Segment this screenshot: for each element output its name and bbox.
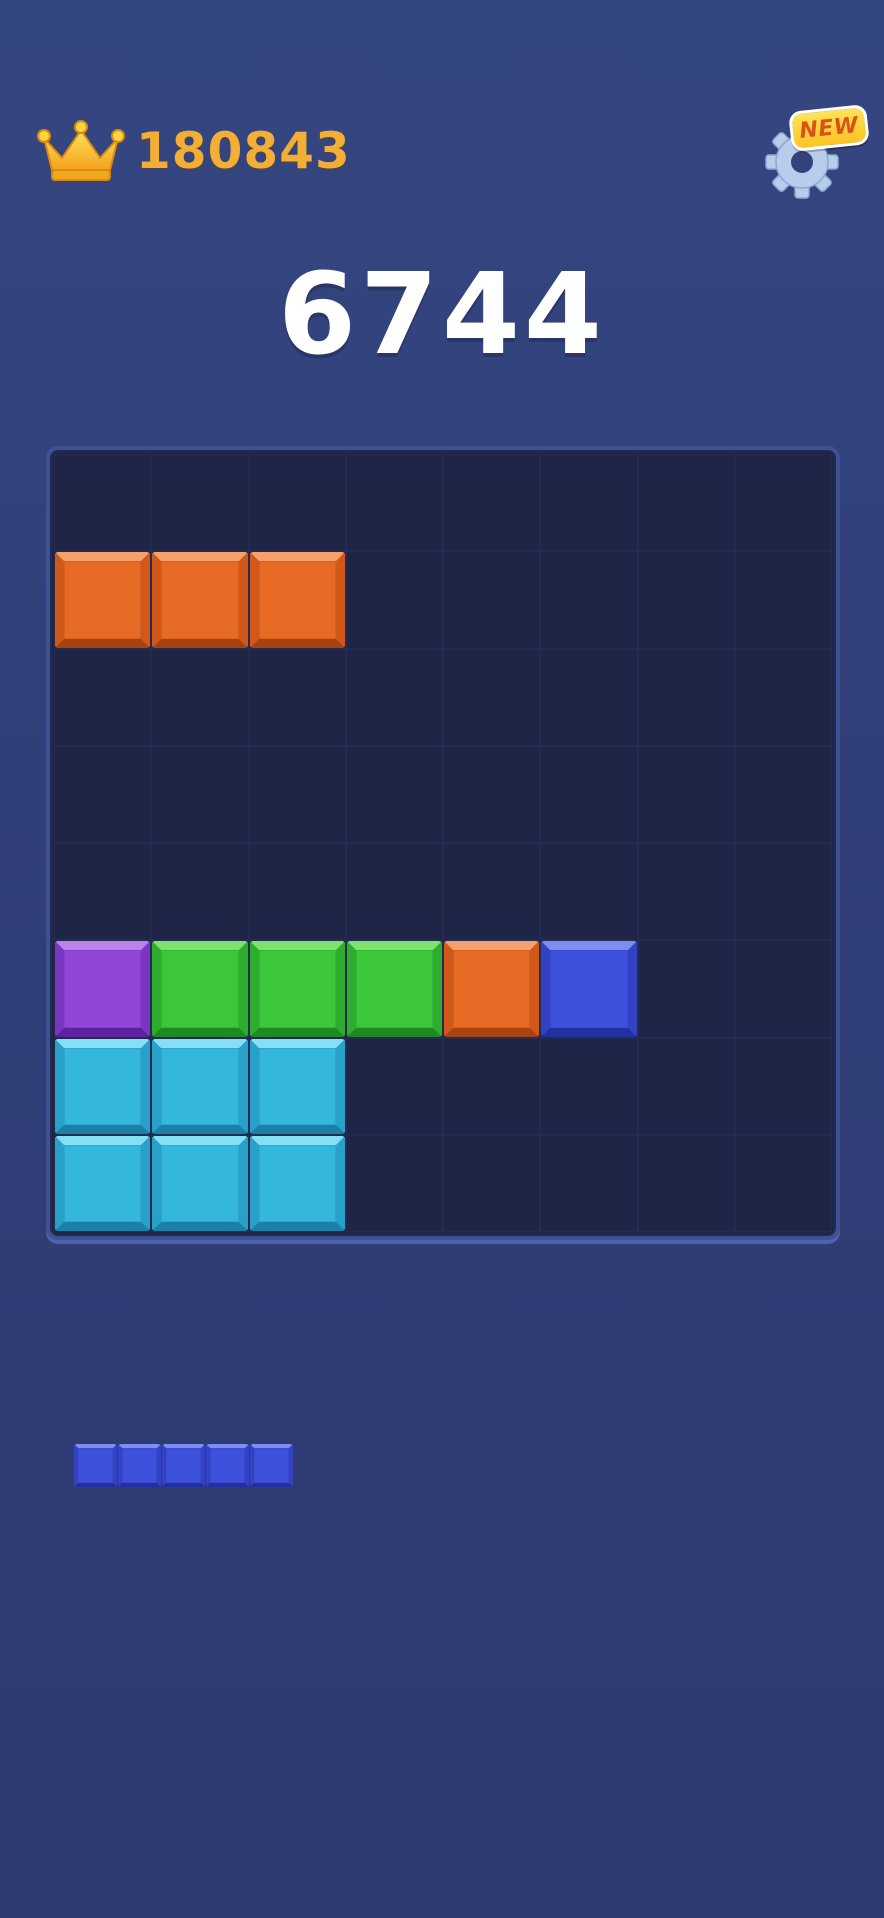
piece-tray (0, 1250, 884, 1700)
board-cell[interactable] (345, 745, 443, 843)
board-cell[interactable] (637, 1134, 735, 1232)
board-cell[interactable] (540, 551, 638, 649)
tray-piece-1x5[interactable] (74, 1444, 294, 1488)
block-orange (249, 552, 345, 648)
board-cell[interactable] (248, 454, 346, 552)
board-cell[interactable] (345, 454, 443, 552)
block-orange (152, 552, 248, 648)
board-cell[interactable] (54, 745, 152, 843)
board-cell[interactable] (345, 1134, 443, 1232)
board-cell[interactable] (151, 648, 249, 746)
board-cell[interactable] (443, 551, 541, 649)
block-blue (541, 941, 637, 1037)
game-board[interactable] (46, 446, 840, 1240)
top-bar: 180843 NEW (0, 0, 884, 220)
board-cell[interactable] (443, 648, 541, 746)
block-cyan (249, 1038, 345, 1134)
board-cell[interactable] (540, 454, 638, 552)
board-cell[interactable] (540, 648, 638, 746)
block-cyan (55, 1135, 151, 1231)
board-cell[interactable] (637, 551, 735, 649)
board-cell[interactable] (734, 1037, 832, 1135)
board-cell[interactable] (540, 1134, 638, 1232)
board-cell[interactable] (637, 940, 735, 1038)
settings-button[interactable]: NEW (760, 104, 870, 204)
board-cell[interactable] (734, 940, 832, 1038)
board-cell[interactable] (734, 454, 832, 552)
board-cell[interactable] (248, 745, 346, 843)
tray-block-blue (206, 1444, 249, 1487)
board-cell[interactable] (734, 843, 832, 941)
board-cell[interactable] (54, 454, 152, 552)
board-cell[interactable] (345, 1037, 443, 1135)
tray-block-blue (74, 1444, 117, 1487)
tray-block-blue (250, 1444, 293, 1487)
tray-block-blue (162, 1444, 205, 1487)
board-cell[interactable] (734, 1134, 832, 1232)
block-purple (55, 941, 151, 1037)
block-green (152, 941, 248, 1037)
board-cell[interactable] (151, 745, 249, 843)
board-grid (54, 454, 832, 1232)
current-score: 6744 (278, 250, 606, 380)
board-cell[interactable] (734, 745, 832, 843)
block-orange (444, 941, 540, 1037)
board-cell[interactable] (637, 454, 735, 552)
board-cell[interactable] (443, 745, 541, 843)
board-cell[interactable] (248, 648, 346, 746)
board-cell[interactable] (443, 454, 541, 552)
block-green (346, 941, 442, 1037)
crown-icon (37, 120, 125, 181)
new-badge: NEW (788, 104, 870, 152)
new-badge-label: NEW (798, 112, 860, 144)
board-cell[interactable] (637, 648, 735, 746)
block-green (249, 941, 345, 1037)
best-score-value: 180843 (136, 122, 351, 180)
board-cell[interactable] (540, 745, 638, 843)
block-cyan (249, 1135, 345, 1231)
block-cyan (55, 1038, 151, 1134)
board-cell[interactable] (443, 843, 541, 941)
board-cell[interactable] (345, 843, 443, 941)
board-cell[interactable] (345, 648, 443, 746)
board-cell[interactable] (637, 843, 735, 941)
tray-block-blue (118, 1444, 161, 1487)
board-cell[interactable] (345, 551, 443, 649)
board-cell[interactable] (443, 1134, 541, 1232)
board-cell[interactable] (637, 1037, 735, 1135)
board-cell[interactable] (151, 843, 249, 941)
board-cell[interactable] (248, 843, 346, 941)
board-cell[interactable] (734, 648, 832, 746)
board-cell[interactable] (540, 843, 638, 941)
board-cell[interactable] (637, 745, 735, 843)
block-cyan (152, 1038, 248, 1134)
board-cell[interactable] (151, 454, 249, 552)
block-orange (55, 552, 151, 648)
board-cell[interactable] (443, 1037, 541, 1135)
best-score: 180843 (36, 116, 351, 186)
board-cell[interactable] (54, 648, 152, 746)
board-cell[interactable] (540, 1037, 638, 1135)
board-cell[interactable] (54, 843, 152, 941)
board-cell[interactable] (734, 551, 832, 649)
block-cyan (152, 1135, 248, 1231)
